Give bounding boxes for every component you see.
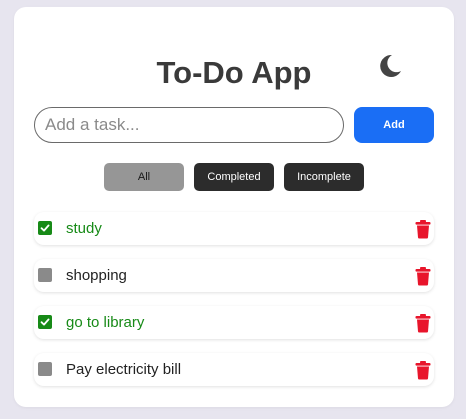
delete-task-button[interactable] (414, 266, 432, 286)
checkmark-icon (40, 318, 50, 326)
task-text: Pay electricity bill (66, 361, 182, 378)
delete-task-button[interactable] (414, 219, 432, 239)
task-item: study (34, 212, 434, 245)
task-checkbox[interactable] (38, 362, 52, 376)
task-text: shopping (66, 267, 127, 284)
add-task-button[interactable]: Add (354, 107, 434, 143)
task-item: Pay electricity bill (34, 353, 434, 386)
filter-all-button[interactable]: All (104, 163, 184, 191)
trash-icon (415, 267, 431, 286)
task-checkbox[interactable] (38, 221, 52, 235)
task-checkbox[interactable] (38, 268, 52, 282)
task-item: go to library (34, 306, 434, 339)
filter-incomplete-button[interactable]: Incomplete (284, 163, 364, 191)
task-text: go to library (66, 314, 145, 331)
task-item: shopping (34, 259, 434, 292)
trash-icon (415, 314, 431, 333)
filter-bar: All Completed Incomplete (14, 163, 454, 191)
checkmark-icon (40, 224, 50, 232)
moon-icon (380, 54, 401, 77)
trash-icon (415, 361, 431, 380)
task-text: study (66, 220, 102, 237)
theme-toggle-button[interactable] (376, 52, 404, 80)
task-checkbox[interactable] (38, 315, 52, 329)
trash-icon (415, 220, 431, 239)
delete-task-button[interactable] (414, 360, 432, 380)
task-input[interactable] (34, 107, 344, 143)
filter-completed-button[interactable]: Completed (194, 163, 274, 191)
delete-task-button[interactable] (414, 313, 432, 333)
todo-card: To-Do App Add All Completed Incomplete s… (14, 7, 454, 407)
